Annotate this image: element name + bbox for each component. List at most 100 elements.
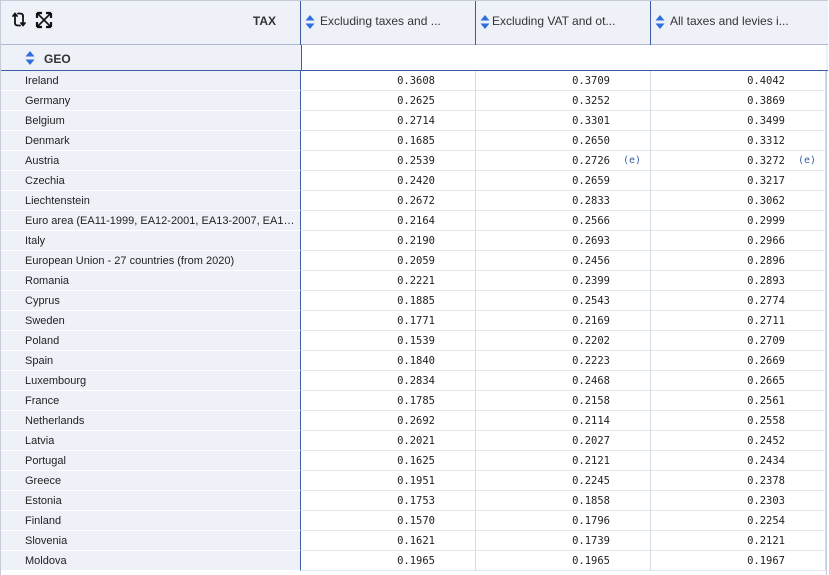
table-cell[interactable]: 0.2539 bbox=[301, 151, 476, 171]
table-cell[interactable]: 0.3272 (e) bbox=[651, 151, 826, 171]
row-header-geo[interactable]: Greece bbox=[1, 471, 301, 491]
table-cell[interactable]: 0.3252 bbox=[476, 91, 651, 111]
table-cell[interactable]: 0.2709 bbox=[651, 331, 826, 351]
row-header-geo[interactable]: Luxembourg bbox=[1, 371, 301, 391]
table-cell[interactable]: 0.2434 bbox=[651, 451, 826, 471]
table-cell[interactable]: 0.1967 bbox=[651, 551, 826, 571]
table-cell[interactable]: 0.2558 bbox=[651, 411, 826, 431]
row-header-geo[interactable]: Netherlands bbox=[1, 411, 301, 431]
table-cell[interactable]: 0.2834 bbox=[301, 371, 476, 391]
row-header-geo[interactable]: Estonia bbox=[1, 491, 301, 511]
row-header-geo[interactable]: Poland bbox=[1, 331, 301, 351]
table-cell[interactable]: 0.2693 bbox=[476, 231, 651, 251]
table-cell[interactable]: 0.2896 bbox=[651, 251, 826, 271]
table-cell[interactable]: 0.2543 bbox=[476, 291, 651, 311]
table-cell[interactable]: 0.2202 bbox=[476, 331, 651, 351]
sort-icon[interactable] bbox=[25, 50, 35, 66]
row-header-geo[interactable]: Germany bbox=[1, 91, 301, 111]
table-cell[interactable]: 0.2672 bbox=[301, 191, 476, 211]
table-cell[interactable]: 0.3301 bbox=[476, 111, 651, 131]
table-cell[interactable]: 0.3709 bbox=[476, 71, 651, 91]
row-header-geo[interactable]: Moldova bbox=[1, 551, 301, 571]
table-cell[interactable]: 0.1570 bbox=[301, 511, 476, 531]
sort-icon[interactable] bbox=[305, 14, 315, 30]
row-header-geo[interactable]: Romania bbox=[1, 271, 301, 291]
table-cell[interactable]: 0.2164 bbox=[301, 211, 476, 231]
table-cell[interactable]: 0.1965 bbox=[301, 551, 476, 571]
row-header-geo[interactable]: Sweden bbox=[1, 311, 301, 331]
table-cell[interactable]: 0.2726 (e) bbox=[476, 151, 651, 171]
column-header-excluding-taxes[interactable]: Excluding taxes and ... bbox=[301, 1, 476, 45]
sort-icon[interactable] bbox=[480, 14, 490, 30]
table-cell[interactable]: 0.2659 bbox=[476, 171, 651, 191]
estimated-flag[interactable]: (e) bbox=[798, 151, 816, 171]
table-cell[interactable]: 0.2223 bbox=[476, 351, 651, 371]
table-cell[interactable]: 0.3608 bbox=[301, 71, 476, 91]
row-header-geo[interactable]: Liechtenstein bbox=[1, 191, 301, 211]
row-header-geo[interactable]: Finland bbox=[1, 511, 301, 531]
table-cell[interactable]: 0.1885 bbox=[301, 291, 476, 311]
table-cell[interactable]: 0.2692 bbox=[301, 411, 476, 431]
row-header-geo[interactable]: Euro area (EA11-1999, EA12-2001, EA13-20… bbox=[1, 211, 301, 231]
row-header-geo[interactable]: Spain bbox=[1, 351, 301, 371]
row-header-geo[interactable]: Slovenia bbox=[1, 531, 301, 551]
swap-icon[interactable] bbox=[11, 11, 29, 29]
table-cell[interactable]: 0.3499 bbox=[651, 111, 826, 131]
table-cell[interactable]: 0.2833 bbox=[476, 191, 651, 211]
table-cell[interactable]: 0.4042 bbox=[651, 71, 826, 91]
table-cell[interactable]: 0.1539 bbox=[301, 331, 476, 351]
table-cell[interactable]: 0.1625 bbox=[301, 451, 476, 471]
table-cell[interactable]: 0.2774 bbox=[651, 291, 826, 311]
table-cell[interactable]: 0.1771 bbox=[301, 311, 476, 331]
table-cell[interactable]: 0.2221 bbox=[301, 271, 476, 291]
row-header-geo[interactable]: Ireland bbox=[1, 71, 301, 91]
table-cell[interactable]: 0.1965 bbox=[476, 551, 651, 571]
table-cell[interactable]: 0.2711 bbox=[651, 311, 826, 331]
table-cell[interactable]: 0.2966 bbox=[651, 231, 826, 251]
table-cell[interactable]: 0.2121 bbox=[476, 451, 651, 471]
expand-icon[interactable] bbox=[35, 11, 53, 29]
estimated-flag[interactable]: (e) bbox=[623, 151, 641, 171]
table-cell[interactable]: 0.2456 bbox=[476, 251, 651, 271]
table-cell[interactable]: 0.1951 bbox=[301, 471, 476, 491]
row-header-geo[interactable]: Austria bbox=[1, 151, 301, 171]
row-header-geo[interactable]: Portugal bbox=[1, 451, 301, 471]
table-cell[interactable]: 0.2468 bbox=[476, 371, 651, 391]
table-cell[interactable]: 0.3062 bbox=[651, 191, 826, 211]
table-cell[interactable]: 0.2190 bbox=[301, 231, 476, 251]
table-cell[interactable]: 0.1621 bbox=[301, 531, 476, 551]
table-cell[interactable]: 0.2566 bbox=[476, 211, 651, 231]
row-header-geo[interactable]: Belgium bbox=[1, 111, 301, 131]
row-header-geo[interactable]: Italy bbox=[1, 231, 301, 251]
table-cell[interactable]: 0.3869 bbox=[651, 91, 826, 111]
table-cell[interactable]: 0.2027 bbox=[476, 431, 651, 451]
column-header-excluding-vat[interactable]: Excluding VAT and ot... bbox=[476, 1, 651, 45]
table-cell[interactable]: 0.2625 bbox=[301, 91, 476, 111]
table-cell[interactable]: 0.3217 bbox=[651, 171, 826, 191]
sort-icon[interactable] bbox=[655, 14, 665, 30]
table-cell[interactable]: 0.1753 bbox=[301, 491, 476, 511]
table-cell[interactable]: 0.2561 bbox=[651, 391, 826, 411]
row-header-geo[interactable]: Denmark bbox=[1, 131, 301, 151]
row-header-geo[interactable]: Latvia bbox=[1, 431, 301, 451]
table-cell[interactable]: 0.1858 bbox=[476, 491, 651, 511]
table-cell[interactable]: 0.2452 bbox=[651, 431, 826, 451]
column-header-all-taxes[interactable]: All taxes and levies i... bbox=[651, 1, 826, 45]
table-cell[interactable]: 0.1785 bbox=[301, 391, 476, 411]
table-cell[interactable]: 0.2999 bbox=[651, 211, 826, 231]
row-header-geo[interactable]: European Union - 27 countries (from 2020… bbox=[1, 251, 301, 271]
table-cell[interactable]: 0.2669 bbox=[651, 351, 826, 371]
table-cell[interactable]: 0.2114 bbox=[476, 411, 651, 431]
table-cell[interactable]: 0.1796 bbox=[476, 511, 651, 531]
row-header-geo[interactable]: Cyprus bbox=[1, 291, 301, 311]
table-cell[interactable]: 0.2121 bbox=[651, 531, 826, 551]
row-header-geo[interactable]: France bbox=[1, 391, 301, 411]
table-cell[interactable]: 0.2650 bbox=[476, 131, 651, 151]
table-cell[interactable]: 0.2169 bbox=[476, 311, 651, 331]
table-cell[interactable]: 0.2893 bbox=[651, 271, 826, 291]
table-cell[interactable]: 0.2378 bbox=[651, 471, 826, 491]
table-cell[interactable]: 0.2665 bbox=[651, 371, 826, 391]
table-cell[interactable]: 0.2303 bbox=[651, 491, 826, 511]
table-cell[interactable]: 0.2420 bbox=[301, 171, 476, 191]
table-cell[interactable]: 0.2021 bbox=[301, 431, 476, 451]
